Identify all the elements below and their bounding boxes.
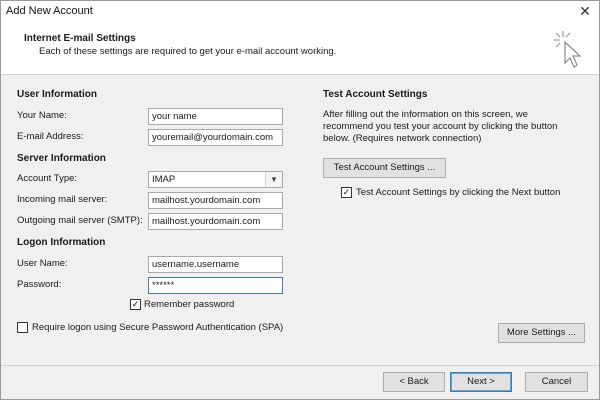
- user-info-heading: User Information: [17, 89, 98, 100]
- remember-password-checkbox[interactable]: ✓: [130, 299, 141, 310]
- settings-content: User Information Your Name: your name E-…: [1, 75, 599, 365]
- add-account-dialog: Add New Account ✕ Internet E-mail Settin…: [0, 0, 600, 400]
- incoming-server-label: Incoming mail server:: [17, 194, 108, 205]
- footer-divider: [1, 365, 599, 366]
- title-bar: Add New Account ✕: [1, 1, 599, 23]
- test-settings-heading: Test Account Settings: [323, 89, 428, 100]
- email-field[interactable]: youremail@yourdomain.com: [148, 129, 283, 146]
- wizard-header: Internet E-mail Settings Each of these s…: [1, 23, 599, 75]
- header-title: Internet E-mail Settings: [24, 33, 136, 44]
- incoming-server-field[interactable]: mailhost.yourdomain.com: [148, 192, 283, 209]
- server-info-heading: Server Information: [17, 153, 106, 164]
- more-settings-button[interactable]: More Settings ...: [498, 323, 585, 343]
- test-on-next-label: Test Account Settings by clicking the Ne…: [356, 187, 561, 198]
- test-on-next-checkbox[interactable]: ✓: [341, 187, 352, 198]
- email-label: E-mail Address:: [17, 131, 84, 142]
- account-type-label: Account Type:: [17, 173, 78, 184]
- chevron-down-icon[interactable]: ▼: [265, 172, 282, 187]
- password-label: Password:: [17, 279, 62, 290]
- outgoing-server-field[interactable]: mailhost.yourdomain.com: [148, 213, 283, 230]
- spa-checkbox[interactable]: [17, 322, 28, 333]
- your-name-field[interactable]: your name: [148, 108, 283, 125]
- cancel-button[interactable]: Cancel: [525, 372, 588, 392]
- username-label: User Name:: [17, 258, 68, 269]
- next-button[interactable]: Next >: [450, 372, 512, 392]
- your-name-label: Your Name:: [17, 110, 67, 121]
- test-account-settings-button[interactable]: Test Account Settings ...: [323, 158, 446, 178]
- logon-info-heading: Logon Information: [17, 237, 106, 248]
- account-type-value: IMAP: [152, 174, 176, 185]
- window-title: Add New Account: [6, 5, 93, 17]
- username-field[interactable]: username.username: [148, 256, 283, 273]
- header-subtitle: Each of these settings are required to g…: [39, 46, 337, 57]
- remember-password-label: Remember password: [144, 299, 235, 310]
- cursor-sparkle-icon: [554, 31, 582, 68]
- account-type-select[interactable]: IMAP ▼: [148, 171, 283, 188]
- test-settings-description: After filling out the information on thi…: [323, 109, 558, 144]
- back-button[interactable]: < Back: [383, 372, 445, 392]
- outgoing-server-label: Outgoing mail server (SMTP):: [17, 215, 143, 226]
- password-field[interactable]: ******: [148, 277, 283, 294]
- close-icon[interactable]: ✕: [577, 3, 593, 19]
- spa-label: Require logon using Secure Password Auth…: [32, 322, 284, 333]
